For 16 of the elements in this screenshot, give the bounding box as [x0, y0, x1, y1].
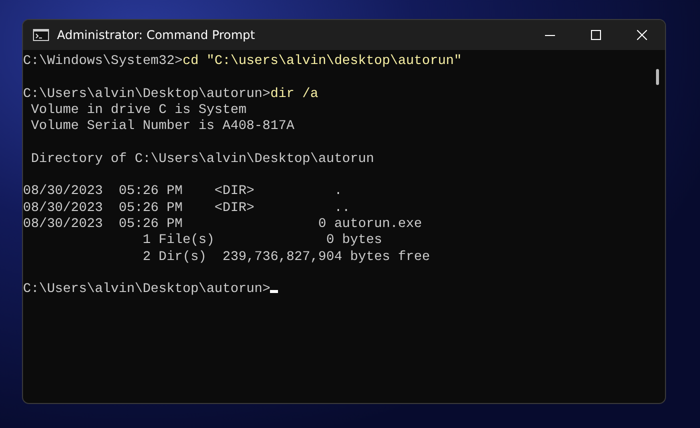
scrollbar-thumb[interactable]: [656, 69, 659, 85]
output-line: Directory of C:\Users\alvin\Desktop\autorun: [30, 150, 376, 168]
command-line: C:\Users\alvin\Desktop\autorun>: [23, 281, 665, 298]
command-line: C:\Users\alvin\Desktop\autorun>dir /a: [23, 86, 320, 102]
maximize-icon: [591, 30, 601, 40]
output-line: 08/30/2023 05:26 PM <DIR> .: [23, 183, 344, 200]
output-line: 2 Dir(s) 239,736,827,904 bytes free: [142, 248, 431, 265]
terminal-icon: [33, 29, 49, 41]
output-line: Volume in drive C is System: [30, 102, 248, 118]
output-line: 1 File(s) 0 bytes: [142, 232, 384, 249]
output-line: Volume Serial Number is A408-817A: [30, 118, 296, 134]
window-title: Administrator: Command Prompt: [57, 28, 256, 42]
close-icon: [637, 30, 647, 40]
output-line: 08/30/2023 05:26 PM <DIR> ..: [23, 200, 352, 216]
output-line: 08/30/2023 05:26 PM 0 autorun.exe: [23, 216, 423, 232]
command-line: C:\Windows\System32>cd "C:\users\alvin\desktop\autorun": [23, 53, 463, 70]
